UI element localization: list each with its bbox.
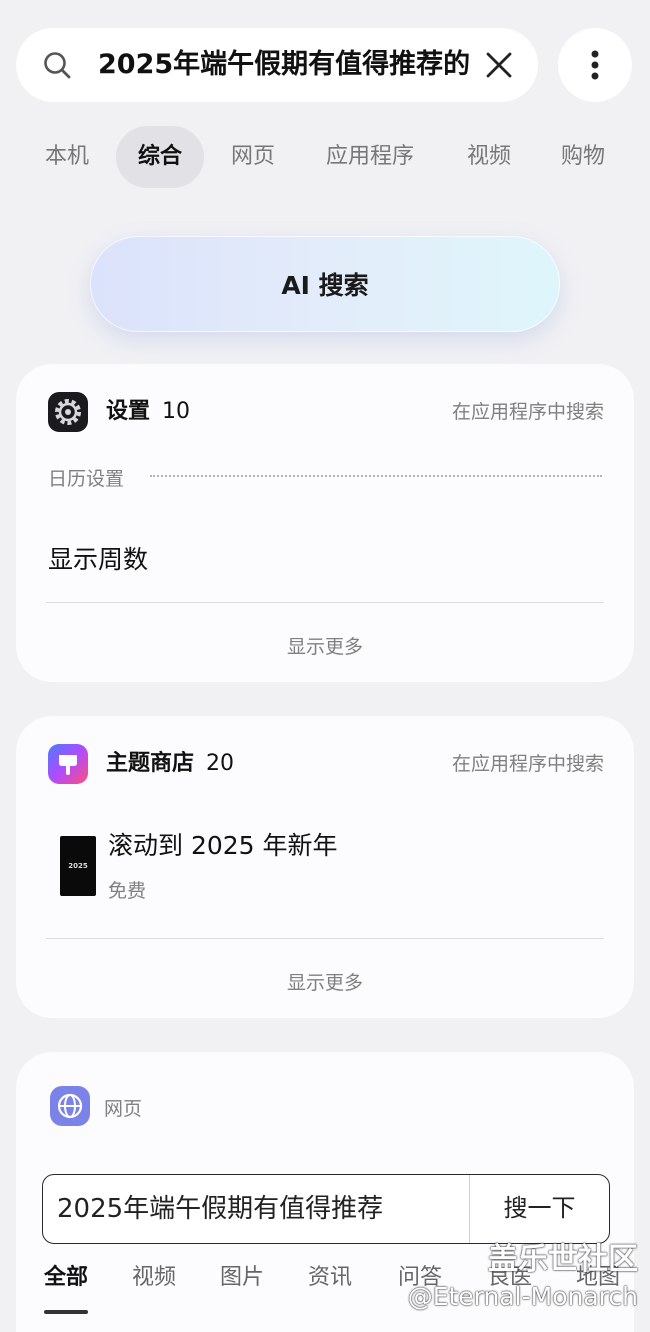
app-name: 主题商店 — [106, 751, 195, 776]
app-name: 设置 — [106, 399, 151, 424]
web-search-input[interactable]: 2025年端午假期有值得推荐 — [57, 1175, 383, 1243]
settings-result-card: 设置 10 在应用程序中搜索 日历设置 显示周数 显示更多 — [16, 364, 634, 682]
tab-apps[interactable]: 应用程序 — [314, 126, 426, 188]
theme-card-header[interactable]: 主题商店 20 在应用程序中搜索 — [46, 742, 604, 786]
divider — [46, 602, 604, 603]
divider — [46, 938, 604, 939]
theme-result-title[interactable]: 滚动到 2025 年新年 — [108, 826, 338, 862]
search-in-app-link[interactable]: 在应用程序中搜索 — [452, 390, 604, 434]
tab-local[interactable]: 本机 — [32, 126, 102, 188]
more-options-button[interactable] — [558, 28, 632, 102]
web-tab-video[interactable]: 视频 — [132, 1260, 176, 1296]
more-vertical-icon — [591, 50, 599, 80]
section-label: 日历设置 — [48, 468, 125, 490]
settings-app-icon — [48, 392, 88, 432]
result-count: 20 — [206, 751, 235, 776]
active-tab-indicator — [44, 1310, 88, 1314]
show-more-button[interactable]: 显示更多 — [16, 632, 634, 659]
web-section-label: 网页 — [104, 1098, 143, 1120]
clear-button[interactable] — [480, 46, 518, 84]
search-icon — [44, 52, 71, 79]
dotted-divider — [150, 475, 602, 477]
ai-search-button[interactable]: AI 搜索 — [90, 236, 560, 332]
settings-card-header[interactable]: 设置 10 在应用程序中搜索 — [46, 390, 604, 434]
web-tab-images[interactable]: 图片 — [220, 1260, 264, 1296]
tab-web[interactable]: 网页 — [218, 126, 288, 188]
theme-result-price: 免费 — [108, 880, 147, 902]
theme-store-app-icon — [48, 744, 88, 784]
tab-shopping[interactable]: 购物 — [548, 126, 618, 188]
show-more-button[interactable]: 显示更多 — [16, 968, 634, 995]
theme-store-result-card: 主题商店 20 在应用程序中搜索 2025 滚动到 2025 年新年 免费 显示更… — [16, 716, 634, 1018]
close-icon — [486, 52, 512, 78]
settings-result-item[interactable]: 显示周数 — [48, 540, 148, 576]
web-tab-news[interactable]: 资讯 — [308, 1260, 352, 1296]
watermark-title: 盖乐世社区 — [488, 1242, 638, 1277]
category-tabs: 本机 综合 网页 应用程序 视频 购物 — [0, 126, 650, 188]
search-query[interactable]: 2025年端午假期有值得推荐的 — [98, 28, 474, 102]
tab-video[interactable]: 视频 — [454, 126, 524, 188]
web-search-button[interactable]: 搜一下 — [470, 1175, 609, 1241]
ai-search-label: AI 搜索 — [281, 271, 369, 300]
thumbnail-label: 2025 — [68, 862, 88, 870]
watermark-author: @Eternal-Monarch — [407, 1282, 638, 1311]
web-tab-all[interactable]: 全部 — [44, 1260, 88, 1296]
globe-icon — [50, 1086, 90, 1126]
tab-overall[interactable]: 综合 — [116, 126, 204, 188]
search-bar[interactable]: 2025年端午假期有值得推荐的 — [16, 28, 538, 102]
theme-thumbnail[interactable]: 2025 — [60, 836, 96, 896]
result-count: 10 — [162, 399, 191, 424]
search-in-app-link[interactable]: 在应用程序中搜索 — [452, 742, 604, 786]
